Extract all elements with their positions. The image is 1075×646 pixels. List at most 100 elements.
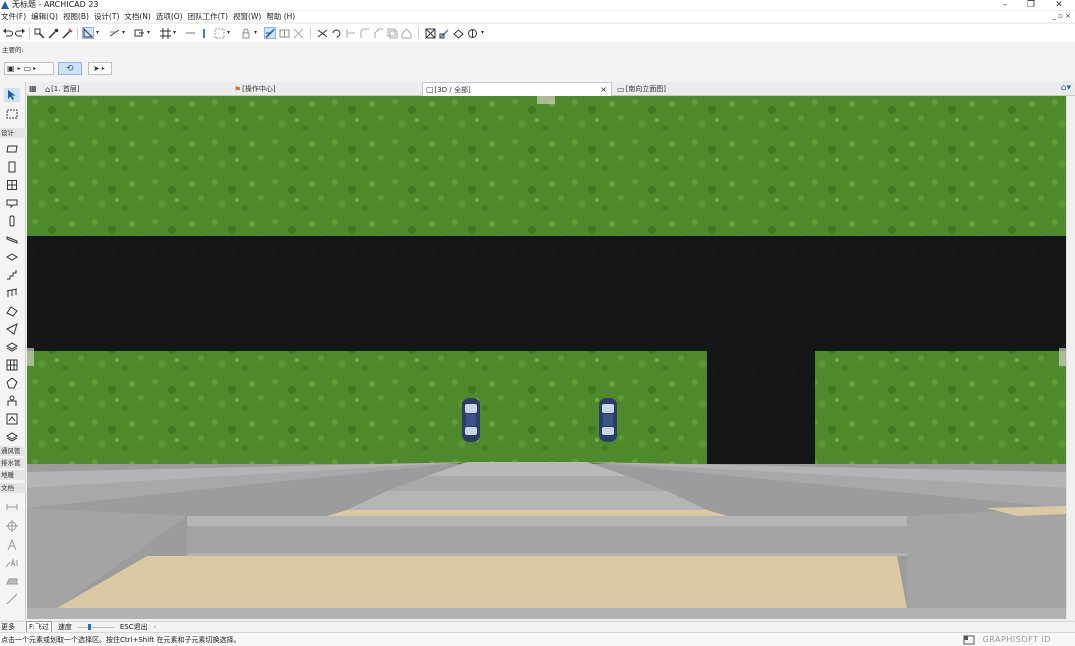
vertical-scrollbar[interactable] bbox=[1066, 96, 1075, 619]
morph-tool-icon[interactable] bbox=[4, 376, 20, 390]
edit-element-icon[interactable] bbox=[438, 27, 450, 39]
trim-icon[interactable] bbox=[344, 27, 356, 39]
level-dimension-tool-icon[interactable] bbox=[4, 519, 20, 533]
text-tool-icon[interactable] bbox=[4, 538, 20, 552]
marquee-icon[interactable] bbox=[213, 27, 225, 39]
roof-icon[interactable] bbox=[400, 27, 412, 39]
door-tool-icon[interactable] bbox=[4, 160, 20, 174]
surface-paint-icon[interactable] bbox=[264, 27, 276, 39]
car-2[interactable] bbox=[599, 398, 617, 442]
menu-file[interactable]: 文件(F) bbox=[1, 11, 26, 22]
chevron-down-icon[interactable]: ▾ bbox=[254, 29, 257, 36]
tab-floor-plan[interactable]: ⌂ [1. 首层] bbox=[45, 82, 245, 96]
tab-grid-icon[interactable]: ▦ bbox=[29, 84, 37, 93]
stair-tool-icon[interactable] bbox=[4, 268, 20, 282]
menu-window[interactable]: 视窗(W) bbox=[233, 11, 261, 22]
navigator-popup-icon[interactable]: ⌂▾ bbox=[1061, 83, 1071, 93]
tab-close-button[interactable]: × bbox=[600, 85, 607, 94]
left-handle[interactable] bbox=[27, 348, 34, 366]
column-tool-icon[interactable] bbox=[4, 214, 20, 228]
layers-icon[interactable] bbox=[133, 27, 145, 39]
shell-tool-icon[interactable] bbox=[4, 322, 20, 336]
chevron-down-icon[interactable]: ▾ bbox=[122, 29, 125, 36]
pen-icon[interactable] bbox=[198, 27, 210, 39]
chevron-left-icon[interactable]: ‹ bbox=[154, 622, 157, 632]
curtain-wall-tool-icon[interactable] bbox=[4, 358, 20, 372]
beam-tool-icon[interactable] bbox=[4, 232, 20, 246]
mdi-controls[interactable]: _ ▫ × bbox=[1052, 11, 1071, 22]
toolbox-section-more[interactable]: 更多 bbox=[1, 622, 26, 632]
menu-options[interactable]: 选项(O) bbox=[156, 11, 183, 22]
fillet-icon[interactable] bbox=[358, 27, 370, 39]
railing-tool-icon[interactable] bbox=[4, 286, 20, 300]
speed-slider-thumb[interactable] bbox=[87, 624, 91, 630]
slab-tool-icon[interactable] bbox=[4, 250, 20, 264]
orbit-button[interactable]: ⟲ bbox=[58, 62, 82, 75]
line-tool-icon[interactable] bbox=[4, 592, 20, 606]
chevron-down-icon[interactable]: ▾ bbox=[227, 29, 230, 36]
toolbox-section-design[interactable]: 设计 bbox=[0, 128, 26, 138]
split-icon[interactable] bbox=[278, 27, 290, 39]
undo-icon[interactable] bbox=[1, 27, 13, 39]
chevron-down-icon[interactable]: ▾ bbox=[147, 29, 150, 36]
menu-view[interactable]: 视图(B) bbox=[63, 11, 89, 22]
3d-model-icon[interactable] bbox=[452, 27, 464, 39]
fill-tool-icon[interactable] bbox=[4, 574, 20, 588]
right-handle[interactable] bbox=[1059, 348, 1066, 366]
3d-scene[interactable] bbox=[27, 96, 1066, 619]
road[interactable] bbox=[27, 236, 1066, 351]
object-tool-icon[interactable] bbox=[4, 196, 20, 210]
menu-design[interactable]: 设计(T) bbox=[94, 11, 119, 22]
close-button[interactable]: ✕ bbox=[1049, 0, 1069, 10]
chevron-right-icon[interactable]: ▸ bbox=[33, 65, 36, 72]
wall-tool-icon[interactable] bbox=[4, 142, 20, 156]
chevron-down-icon[interactable]: ▾ bbox=[481, 29, 484, 36]
arrow-tool-icon[interactable] bbox=[4, 88, 20, 102]
mesh-tool-icon[interactable] bbox=[4, 412, 20, 426]
arrow-tool-group[interactable]: ➤ ▸ bbox=[88, 62, 112, 75]
grass-right[interactable] bbox=[815, 351, 1066, 471]
toolbox-section-duct[interactable]: 通风管 bbox=[0, 446, 26, 456]
lock-icon[interactable] bbox=[240, 27, 252, 39]
render-icon[interactable] bbox=[466, 27, 478, 39]
label-tool-icon[interactable] bbox=[4, 556, 20, 570]
inject-icon[interactable] bbox=[61, 27, 73, 39]
chevron-right-icon[interactable]: ▸ bbox=[18, 65, 21, 72]
layer-combination-icon[interactable]: ▣ bbox=[7, 64, 15, 73]
redo-icon[interactable] bbox=[14, 27, 26, 39]
minimize-button[interactable]: – bbox=[995, 0, 1015, 10]
3d-viewport[interactable] bbox=[27, 96, 1066, 619]
chevron-down-icon[interactable]: ▾ bbox=[96, 29, 99, 36]
window-tool-icon[interactable] bbox=[4, 178, 20, 192]
view-set-icon[interactable]: ▭ bbox=[24, 64, 32, 73]
car-1[interactable] bbox=[462, 398, 480, 442]
zone-tool-icon[interactable] bbox=[4, 394, 20, 408]
structure-icon[interactable] bbox=[424, 27, 436, 39]
dimension-tool-icon[interactable] bbox=[4, 500, 20, 514]
marquee-tool-icon[interactable] bbox=[4, 107, 20, 121]
window-layout-icon[interactable] bbox=[963, 635, 975, 645]
guide-line-icon[interactable] bbox=[184, 27, 196, 39]
restore-button[interactable]: ❐ bbox=[1021, 0, 1041, 10]
tab-south-elevation[interactable]: ▭ [南向立面图] bbox=[614, 82, 814, 96]
roof-tool-icon[interactable] bbox=[4, 304, 20, 318]
toolbox-section-floor-heating[interactable]: 地暖 bbox=[0, 470, 26, 480]
grid-snap-icon[interactable] bbox=[159, 27, 171, 39]
toolbox-section-document[interactable]: 文档 bbox=[0, 483, 26, 493]
offset-icon[interactable] bbox=[386, 27, 398, 39]
show-hide-icon[interactable] bbox=[108, 27, 120, 39]
skylight-tool-icon[interactable] bbox=[4, 340, 20, 354]
chamfer-icon[interactable] bbox=[372, 27, 384, 39]
menu-teamwork[interactable]: 团队工作(T) bbox=[188, 11, 228, 22]
rotate-icon[interactable] bbox=[330, 27, 342, 39]
tab-3d-view[interactable]: ▢ [3D / 全部] × bbox=[422, 82, 612, 96]
menu-help[interactable]: 帮助 (H) bbox=[266, 11, 295, 22]
road-branch[interactable] bbox=[707, 351, 815, 471]
graphisoft-id-link[interactable]: GRAPHISOFT ID bbox=[983, 635, 1051, 644]
eyedropper-icon[interactable] bbox=[47, 27, 59, 39]
toolbox-section-drain[interactable]: 排水管 bbox=[0, 458, 26, 468]
chevron-down-icon[interactable]: ▾ bbox=[173, 29, 176, 36]
tab-action-center[interactable]: ⚑ [操作中心] bbox=[234, 82, 414, 96]
grass-top[interactable] bbox=[27, 96, 1066, 236]
explode-icon[interactable] bbox=[292, 27, 304, 39]
